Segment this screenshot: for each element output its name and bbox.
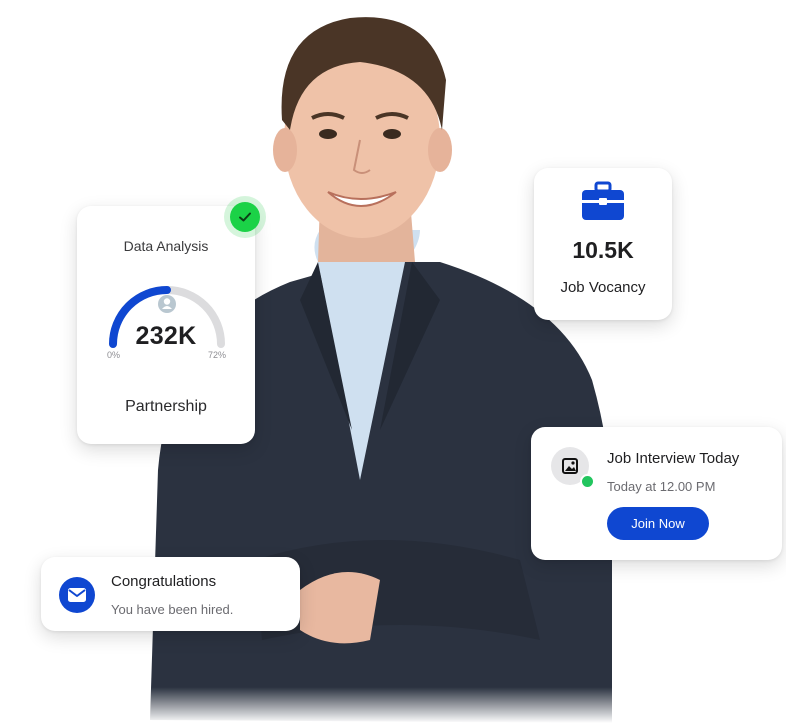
gauge-min-label: 0% xyxy=(107,350,121,360)
analysis-subtitle: Partnership xyxy=(125,398,207,415)
interview-title: Job Interview Today xyxy=(607,450,740,467)
check-badge xyxy=(224,196,266,238)
vacancy-count: 10.5K xyxy=(572,237,634,263)
check-icon xyxy=(239,212,251,222)
analysis-title: Data Analysis xyxy=(123,238,209,254)
job-vacancy-card: 10.5K Job Vocancy xyxy=(534,168,672,320)
vacancy-label: Job Vocancy xyxy=(560,279,646,296)
congrats-title: Congratulations xyxy=(111,573,217,590)
join-now-button[interactable]: Join Now xyxy=(607,507,709,540)
data-analysis-card: Data Analysis 232K 0% 72% Partnership xyxy=(77,206,255,444)
user-icon xyxy=(158,295,176,313)
gauge-value: 232K xyxy=(135,322,197,350)
image-icon xyxy=(562,458,578,474)
congratulations-card: Congratulations You have been hired. xyxy=(41,557,300,631)
mail-icon xyxy=(59,577,95,613)
congrats-message: You have been hired. xyxy=(111,602,234,617)
job-interview-card: Job Interview Today Today at 12.00 PM Jo… xyxy=(531,427,782,560)
online-status-dot xyxy=(580,474,595,489)
briefcase-icon xyxy=(582,181,624,220)
interview-time: Today at 12.00 PM xyxy=(607,479,716,494)
gauge-max-label: 72% xyxy=(208,350,227,360)
